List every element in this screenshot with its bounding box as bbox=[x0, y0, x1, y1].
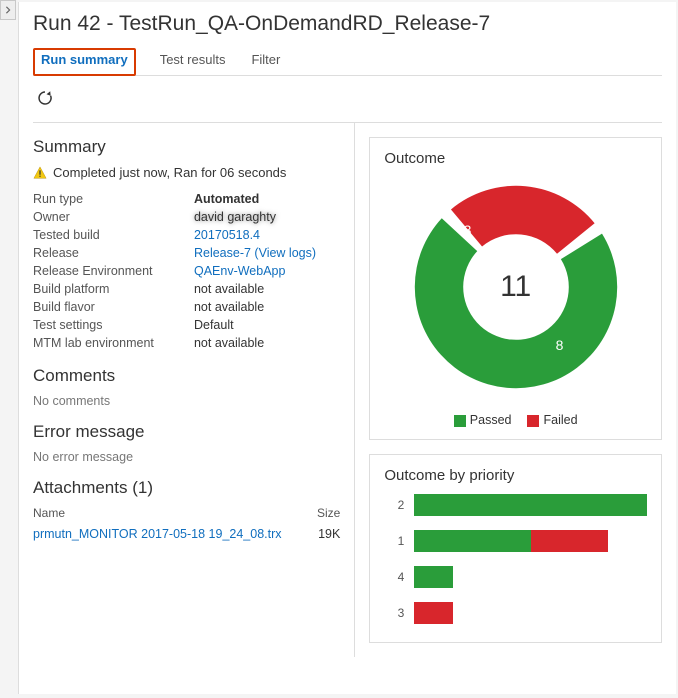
tab-filter[interactable]: Filter bbox=[249, 48, 282, 75]
field-label: Release bbox=[33, 246, 194, 260]
field-label: Build flavor bbox=[33, 300, 194, 314]
attachment-row: prmutn_MONITOR 2017-05-18 19_24_08.trx 1… bbox=[33, 525, 340, 543]
comments-heading: Comments bbox=[33, 366, 340, 386]
attachment-size: 19K bbox=[318, 527, 340, 541]
outcome-priority-title: Outcome by priority bbox=[384, 467, 647, 484]
link-release-env[interactable]: QAEnv-WebApp bbox=[194, 264, 285, 278]
bar-category: 1 bbox=[384, 534, 404, 548]
status-row: Completed just now, Ran for 06 seconds bbox=[33, 165, 340, 180]
attach-col-size: Size bbox=[317, 506, 340, 520]
field-label: Test settings bbox=[33, 318, 194, 332]
status-text: Completed just now, Ran for 06 seconds bbox=[53, 165, 286, 180]
field-value-mtm-lab: not available bbox=[194, 336, 340, 350]
bar-row: 2 bbox=[384, 494, 647, 516]
legend-passed: Passed bbox=[470, 413, 512, 427]
field-value-test-settings: Default bbox=[194, 318, 340, 332]
outcome-card: Outcome 11 3 8 Passed Failed bbox=[369, 137, 662, 440]
field-value-run-type: Automated bbox=[194, 192, 340, 206]
tab-test-results[interactable]: Test results bbox=[158, 48, 228, 75]
donut-passed-label: 8 bbox=[556, 337, 564, 353]
bar-segment-passed bbox=[414, 494, 647, 516]
comments-body: No comments bbox=[33, 394, 340, 408]
link-release[interactable]: Release-7 (View logs) bbox=[194, 246, 316, 260]
outcome-legend: Passed Failed bbox=[384, 413, 647, 427]
field-label: Release Environment bbox=[33, 264, 194, 278]
bar-row: 4 bbox=[384, 566, 647, 588]
refresh-button[interactable] bbox=[33, 86, 57, 110]
donut-failed-label: 3 bbox=[464, 222, 472, 238]
error-heading: Error message bbox=[33, 422, 340, 442]
summary-fields: Run type Automated Owner david garaghty … bbox=[33, 192, 340, 350]
outcome-donut-chart: 11 3 8 bbox=[406, 177, 626, 397]
field-label: Run type bbox=[33, 192, 194, 206]
attachment-link[interactable]: prmutn_MONITOR 2017-05-18 19_24_08.trx bbox=[33, 527, 282, 541]
priority-bar-chart: 2 1 4 3 bbox=[384, 494, 647, 624]
bar-category: 2 bbox=[384, 498, 404, 512]
legend-failed: Failed bbox=[543, 413, 577, 427]
bar-category: 4 bbox=[384, 570, 404, 584]
panel-expand-toggle[interactable] bbox=[0, 0, 16, 20]
bar-category: 3 bbox=[384, 606, 404, 620]
summary-heading: Summary bbox=[33, 137, 340, 157]
field-value-build-flavor: not available bbox=[194, 300, 340, 314]
field-label: Owner bbox=[33, 210, 194, 224]
field-label: Tested build bbox=[33, 228, 194, 242]
bar-segment-failed bbox=[531, 530, 609, 552]
field-label: MTM lab environment bbox=[33, 336, 194, 350]
bar-row: 3 bbox=[384, 602, 647, 624]
error-body: No error message bbox=[33, 450, 340, 464]
bar-segment-failed bbox=[414, 602, 453, 624]
bar-segment-passed bbox=[414, 566, 453, 588]
page-title: Run 42 - TestRun_QA-OnDemandRD_Release-7 bbox=[33, 12, 662, 36]
donut-total: 11 bbox=[471, 242, 561, 332]
attachments-heading: Attachments (1) bbox=[33, 478, 340, 498]
attach-col-name: Name bbox=[33, 506, 65, 520]
link-tested-build[interactable]: 20170518.4 bbox=[194, 228, 260, 242]
run-panel: Run 42 - TestRun_QA-OnDemandRD_Release-7… bbox=[18, 2, 676, 694]
bar-row: 1 bbox=[384, 530, 647, 552]
refresh-icon bbox=[36, 89, 54, 107]
bar-segment-passed bbox=[414, 530, 530, 552]
warning-icon bbox=[33, 166, 47, 180]
field-label: Build platform bbox=[33, 282, 194, 296]
tabs: Run summary Test results Filter bbox=[33, 48, 662, 76]
outcome-title: Outcome bbox=[384, 150, 647, 167]
outcome-priority-card: Outcome by priority 2 1 4 3 bbox=[369, 454, 662, 643]
field-value-owner: david garaghty bbox=[194, 210, 340, 224]
tab-run-summary[interactable]: Run summary bbox=[33, 48, 136, 76]
field-value-build-platform: not available bbox=[194, 282, 340, 296]
